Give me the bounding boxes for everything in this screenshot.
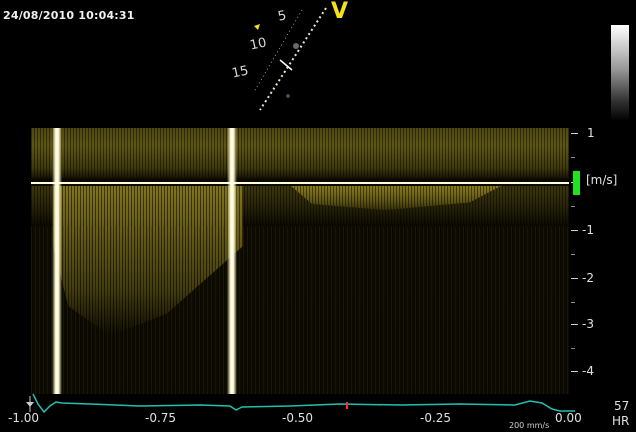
doppler-spectrum[interactable] <box>31 128 569 394</box>
time-tick-label: -1.00 <box>8 411 40 425</box>
forward-flow-band <box>31 128 569 178</box>
noise-floor <box>31 226 569 394</box>
sweep-speed: 200 mm/s <box>509 421 550 430</box>
scale-tick <box>571 230 578 231</box>
velocity-tick-label: 1 <box>587 126 595 140</box>
velocity-tick-label: -4 <box>582 364 594 378</box>
scale-tick <box>571 254 575 255</box>
time-tick-label: -0.75 <box>145 411 177 425</box>
velocity-unit: [m/s] <box>586 173 618 187</box>
zero-baseline[interactable] <box>31 182 569 184</box>
velocity-tick-label: -2 <box>582 271 594 285</box>
time-tick-label: -0.25 <box>420 411 452 425</box>
ecg-trace <box>32 393 575 414</box>
scale-tick <box>571 278 578 279</box>
mode-label: V <box>331 0 349 24</box>
grayscale-bar <box>611 25 629 121</box>
scale-tick <box>571 324 578 325</box>
valve-click-2 <box>227 128 237 394</box>
scale-tick <box>571 302 575 303</box>
valve-click-1 <box>52 128 62 394</box>
velocity-tick-label: -3 <box>582 317 594 331</box>
scale-tick <box>571 371 578 372</box>
zero-marker[interactable] <box>573 171 580 195</box>
scale-tick <box>571 133 578 134</box>
cursor-marker[interactable] <box>346 402 348 409</box>
heart-rate-value: 57 <box>614 399 630 413</box>
scale-tick <box>571 206 575 207</box>
timestamp: 24/08/2010 10:04:31 <box>3 9 135 22</box>
velocity-scale: [m/s] 1 -1 -2 -3 -4 <box>569 126 636 394</box>
velocity-tick-label: -1 <box>582 223 594 237</box>
scale-tick <box>571 157 575 158</box>
sweep-start-marker <box>26 396 34 412</box>
time-tick-label: 0.00 <box>555 411 582 425</box>
time-tick-label: -0.50 <box>282 411 314 425</box>
heart-rate-label: HR <box>612 414 630 428</box>
scale-tick <box>571 348 575 349</box>
